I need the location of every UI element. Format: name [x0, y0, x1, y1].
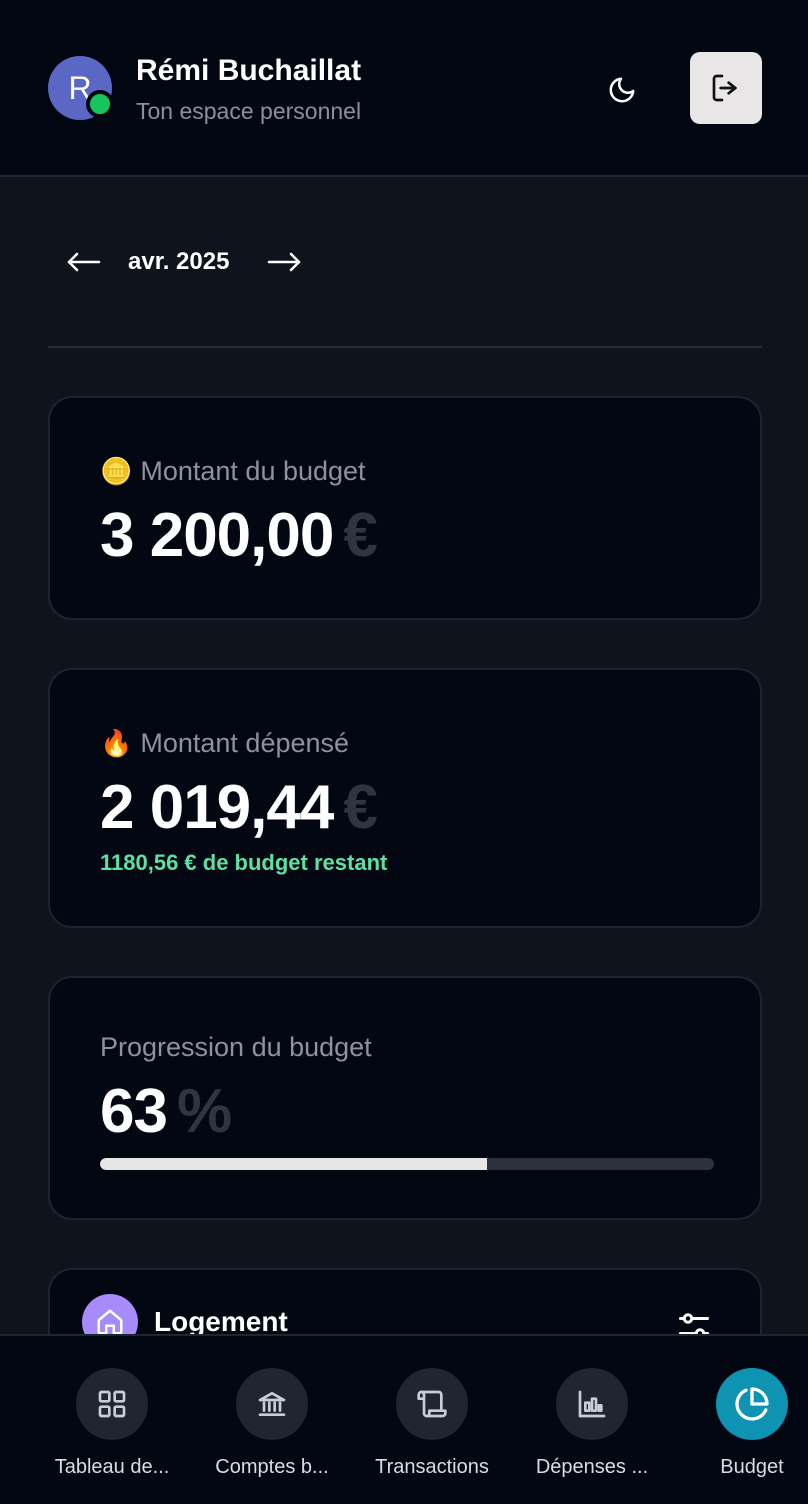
- budget-progress-card: Progression du budget 63%: [48, 976, 762, 1220]
- progress-value: 63%: [100, 1077, 232, 1146]
- user-name: Rémi Buchaillat: [136, 54, 362, 87]
- spent-amount-label: 🔥 Montant dépensé: [100, 728, 350, 758]
- app-header: R Rémi Buchaillat Ton espace personnel: [0, 0, 808, 177]
- currency-symbol: €: [343, 773, 377, 842]
- arrow-right-icon: [267, 252, 301, 272]
- arrow-left-icon: [67, 252, 101, 272]
- coin-icon: 🪙: [100, 456, 133, 486]
- current-month-label: avr. 2025: [128, 248, 230, 275]
- section-divider: [48, 346, 762, 348]
- nav-label: Budget: [720, 1456, 784, 1478]
- budget-amount-label: 🪙 Montant du budget: [100, 456, 366, 486]
- progress-bar: [100, 1158, 714, 1170]
- nav-label: Dépenses ...: [535, 1456, 649, 1478]
- bank-icon: [258, 1392, 286, 1416]
- budget-amount-card: 🪙 Montant du budget 3 200,00 €: [48, 396, 762, 620]
- online-status-dot: [86, 90, 114, 118]
- remaining-budget-text: 1180,56 € de budget restant: [100, 850, 388, 875]
- progress-label: Progression du budget: [100, 1032, 372, 1062]
- user-subtitle: Ton espace personnel: [136, 98, 362, 124]
- theme-toggle-button[interactable]: [598, 66, 646, 114]
- nav-item-expenses[interactable]: Dépenses ...: [512, 1336, 672, 1504]
- chart-icon: [578, 1390, 606, 1418]
- scroll-icon: [417, 1390, 447, 1418]
- nav-label: Transactions: [375, 1456, 489, 1478]
- logout-button[interactable]: [690, 52, 762, 124]
- budget-amount-value: 3 200,00 €: [100, 501, 378, 570]
- nav-label: Tableau de...: [54, 1456, 170, 1478]
- nav-item-accounts[interactable]: Comptes b...: [192, 1336, 352, 1504]
- nav-item-transactions[interactable]: Transactions: [352, 1336, 512, 1504]
- logout-icon: [712, 74, 737, 102]
- nav-item-budget[interactable]: Budget: [672, 1336, 808, 1504]
- fire-icon: 🔥: [100, 728, 133, 758]
- previous-month-button[interactable]: [60, 236, 108, 288]
- next-month-button[interactable]: [260, 236, 308, 288]
- spent-amount-value: 2 019,44 €: [100, 773, 378, 842]
- currency-symbol: €: [343, 501, 377, 570]
- progress-bar-fill: [100, 1158, 487, 1170]
- nav-item-dashboard[interactable]: Tableau de...: [32, 1336, 192, 1504]
- percent-symbol: %: [176, 1077, 232, 1146]
- nav-label: Comptes b...: [215, 1456, 329, 1478]
- moon-icon: [609, 77, 635, 103]
- spent-amount-card: 🔥 Montant dépensé 2 019,44 € 1180,56 € de…: [48, 668, 762, 928]
- dashboard-icon: [98, 1390, 126, 1418]
- pie-chart-icon: [735, 1387, 769, 1421]
- bottom-navigation: Tableau de... Comptes b... Transactions …: [0, 1334, 808, 1504]
